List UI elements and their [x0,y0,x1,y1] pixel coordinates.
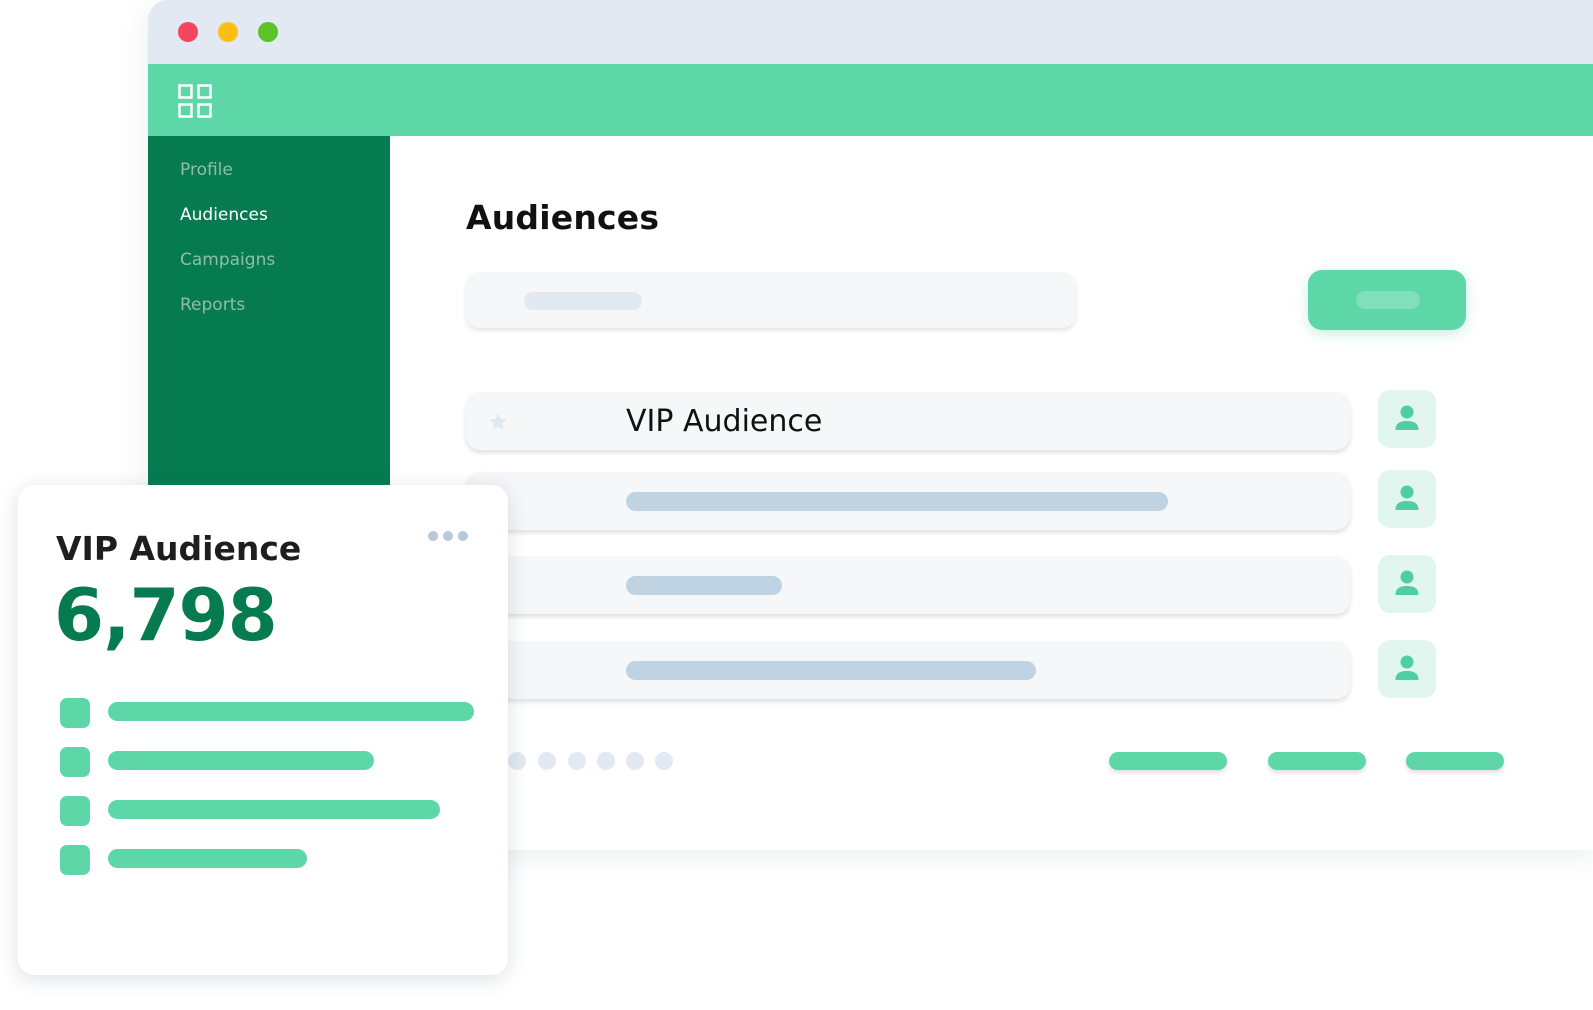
audience-members-button[interactable] [1378,640,1436,698]
legend-bar [108,702,474,721]
footer-button[interactable] [1268,752,1366,770]
footer-button[interactable] [1406,752,1504,770]
audience-name: VIP Audience [626,404,823,439]
legend-swatch [60,747,90,777]
maximize-window-button[interactable] [258,22,278,42]
new-audience-button-label [1356,291,1420,309]
audience-members-button[interactable] [1378,390,1436,448]
sidebar-item-reports[interactable]: Reports [180,295,245,315]
app-header [148,64,1593,136]
pagination-dot[interactable] [597,752,615,770]
legend-bar [108,800,440,819]
new-audience-button[interactable] [1308,270,1466,330]
footer-button[interactable] [1109,752,1227,770]
legend-bar [108,751,374,770]
page-title: Audiences [466,198,660,237]
pagination-dot[interactable] [538,752,556,770]
legend-swatch [60,796,90,826]
window-titlebar [148,0,1593,64]
search-placeholder [524,292,642,310]
close-window-button[interactable] [178,22,198,42]
user-icon [1395,405,1419,430]
search-input[interactable] [466,272,1076,328]
legend-swatch [60,845,90,875]
audience-members-button[interactable] [1378,555,1436,613]
pagination-dot[interactable] [508,752,526,770]
sidebar-item-campaigns[interactable]: Campaigns [180,250,275,270]
audience-name-placeholder [626,492,1168,511]
audience-row[interactable]: VIP Audience [466,392,1350,450]
grid-icon[interactable] [178,84,212,118]
audience-members-button[interactable] [1378,470,1436,528]
minimize-window-button[interactable] [218,22,238,42]
pagination-dot[interactable] [655,752,673,770]
user-icon [1395,570,1419,595]
star-icon[interactable] [488,412,508,432]
pagination-dot[interactable] [626,752,644,770]
audience-stats-card: VIP Audience 6,798 [18,485,508,975]
audience-name-placeholder [626,661,1036,680]
user-icon [1395,485,1419,510]
pagination-dot[interactable] [568,752,586,770]
audience-count: 6,798 [54,573,278,657]
sidebar-item-audiences[interactable]: Audiences [180,205,268,225]
more-dots-icon[interactable] [428,529,470,541]
user-icon [1395,655,1419,680]
legend-swatch [60,698,90,728]
audience-name-placeholder [626,576,782,595]
sidebar-item-profile[interactable]: Profile [180,160,233,180]
legend-bar [108,849,307,868]
audience-row[interactable] [466,556,1350,614]
audience-row[interactable] [466,472,1350,530]
card-title: VIP Audience [56,529,302,568]
audience-row[interactable] [466,641,1350,699]
